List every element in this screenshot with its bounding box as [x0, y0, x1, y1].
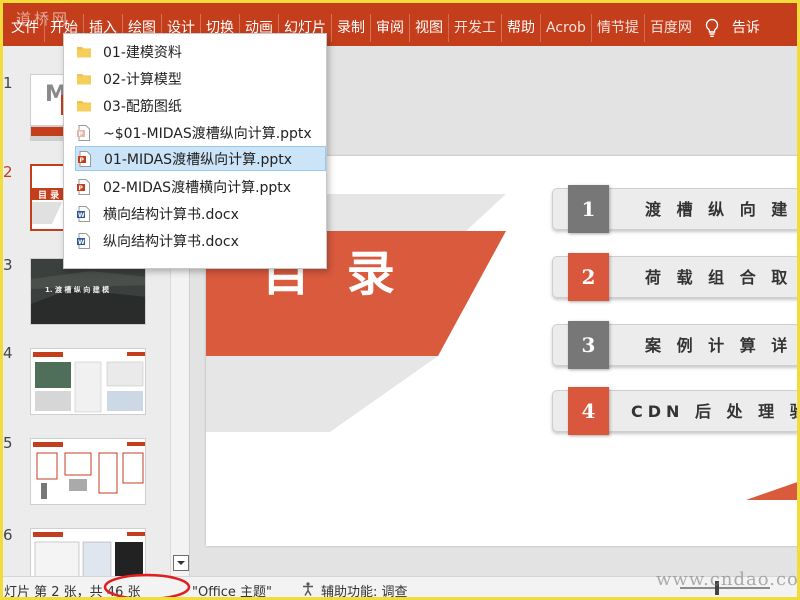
svg-text:P: P [79, 131, 84, 138]
toc-item[interactable]: 2 荷 载 组 合 取 值 [552, 253, 800, 301]
decor-band-bottom [206, 356, 438, 432]
tab-view[interactable]: 视图 [409, 14, 448, 42]
accessibility-icon[interactable] [300, 581, 316, 600]
list-item-folder[interactable]: 03-配筋图纸 [75, 93, 326, 118]
list-item-label: 01-建模资料 [103, 44, 182, 61]
tell-me-search[interactable]: 告诉 [727, 14, 765, 42]
docx-file-icon: W [75, 205, 93, 223]
tab-help[interactable]: 帮助 [501, 14, 540, 42]
list-item-label: 03-配筋图纸 [103, 98, 182, 115]
list-item-label: 纵向结构计算书.docx [103, 233, 239, 250]
toc-number-badge: 1 [568, 185, 609, 233]
list-item-label: 01-MIDAS渡槽纵向计算.pptx [104, 151, 293, 168]
toc-number-badge: 3 [568, 321, 609, 369]
thumbnail-title: 1. 渡 槽 纵 向 建 模 [45, 286, 110, 294]
pptx-file-icon: P [76, 150, 94, 168]
svg-text:P: P [80, 157, 85, 164]
folder-icon [75, 97, 93, 115]
thumbnail-number: 5 [3, 434, 13, 452]
theme-name: "Office 主题" [192, 585, 273, 600]
site-watermark-bottom: www.cndao.com [656, 569, 800, 590]
list-item-file[interactable]: P ~$01-MIDAS渡槽纵向计算.pptx [75, 120, 326, 145]
thumbnail-number: 4 [3, 344, 13, 362]
tab-storyboard[interactable]: 情节提 [590, 14, 644, 42]
list-item-label: 02-MIDAS渡槽横向计算.pptx [103, 179, 292, 196]
list-item-file[interactable]: P 02-MIDAS渡槽横向计算.pptx [75, 174, 326, 199]
thumbnail-title: 目 录 [38, 191, 60, 201]
thumbnail-number: 3 [3, 256, 13, 274]
annotation-circle [103, 573, 191, 600]
list-item-label: 横向结构计算书.docx [103, 206, 239, 223]
toc-number-badge: 2 [568, 253, 609, 301]
toc-item[interactable]: 4 CDN 后 处 理 验 算 [552, 387, 800, 435]
toc-item-text: 荷 载 组 合 取 值 [645, 268, 800, 287]
toc-item-text: 渡 槽 纵 向 建 模 [645, 200, 800, 219]
slide-thumbnail-5[interactable] [30, 438, 146, 505]
list-item-file[interactable]: W 纵向结构计算书.docx [75, 228, 326, 253]
list-item-folder[interactable]: 02-计算模型 [75, 66, 326, 91]
accessibility-status[interactable]: 辅助功能: 调查 [321, 581, 408, 600]
svg-text:W: W [78, 212, 85, 219]
corner-decor [746, 481, 800, 500]
tab-acrobat[interactable]: Acrob [540, 14, 591, 42]
pptx-temp-file-icon: P [75, 124, 93, 142]
list-item-label: ~$01-MIDAS渡槽纵向计算.pptx [103, 125, 312, 142]
lightbulb-icon[interactable] [697, 18, 727, 38]
svg-text:W: W [78, 239, 85, 246]
thumbnail-number: 1 [3, 74, 13, 92]
list-item-label: 02-计算模型 [103, 71, 182, 88]
list-item-folder[interactable]: 01-建模资料 [75, 39, 326, 64]
toc-item[interactable]: 1 渡 槽 纵 向 建 模 [552, 185, 800, 233]
folder-icon [75, 43, 93, 61]
file-list-popup: 01-建模资料 02-计算模型 03-配筋图纸 P ~$01-MIDAS渡槽纵向… [63, 33, 327, 269]
list-item-file-selected[interactable]: P 01-MIDAS渡槽纵向计算.pptx [75, 146, 326, 171]
thumbnail-number: 2 [3, 163, 13, 181]
scroll-down-button[interactable] [173, 555, 189, 571]
list-item-file[interactable]: W 横向结构计算书.docx [75, 201, 326, 226]
toc-item-text: 案 例 计 算 详 述 [645, 336, 800, 355]
tab-review[interactable]: 审阅 [370, 14, 409, 42]
tab-record[interactable]: 录制 [331, 14, 370, 42]
site-watermark-top: 道桥网 [16, 10, 71, 28]
toc-item[interactable]: 3 案 例 计 算 详 述 [552, 321, 800, 369]
tab-developer[interactable]: 开发工 [448, 14, 501, 42]
tab-baidu-netdisk[interactable]: 百度网 [643, 14, 697, 42]
docx-file-icon: W [75, 232, 93, 250]
slide-thumbnail-4[interactable] [30, 348, 146, 415]
toc-item-text: CDN 后 处 理 验 算 [631, 402, 800, 421]
svg-text:P: P [79, 185, 84, 192]
thumbnail-number: 6 [3, 526, 13, 544]
toc-number-badge: 4 [568, 387, 609, 435]
folder-icon [75, 70, 93, 88]
slide-thumbnail-6[interactable] [30, 528, 146, 576]
pptx-file-icon: P [75, 178, 93, 196]
chevron-down-icon [177, 561, 185, 565]
